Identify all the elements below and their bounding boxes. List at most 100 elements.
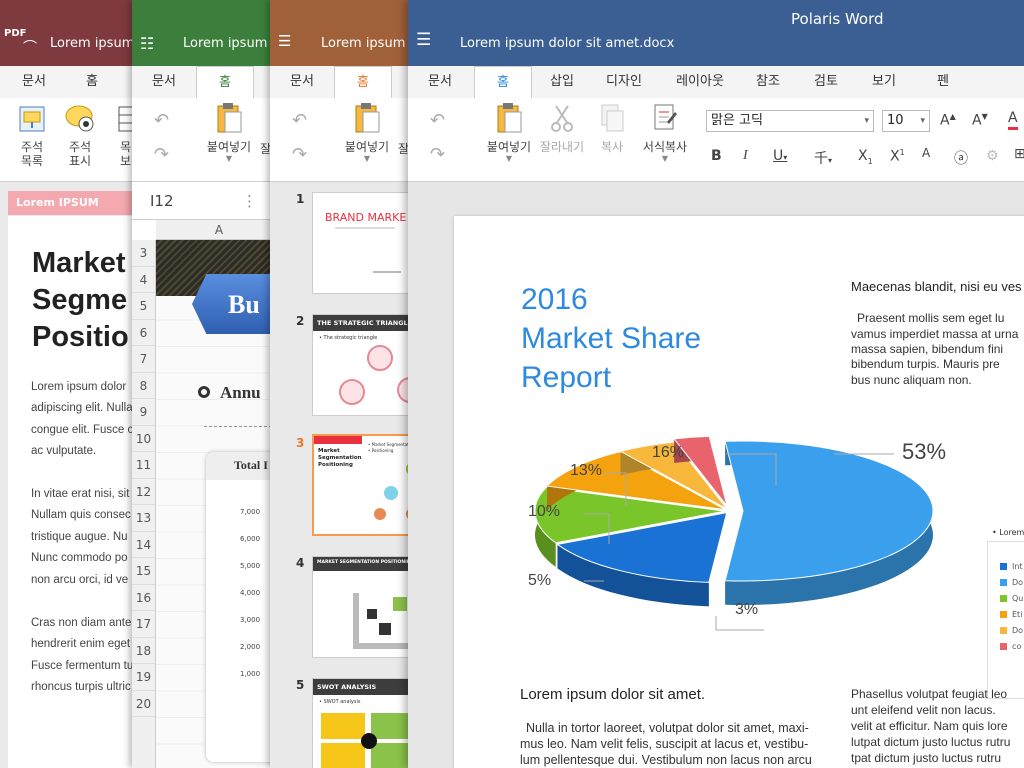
slides-window[interactable]: ☰ Lorem ipsum d 문서 홈 ↶ ↷ 붙여넣기 ▼ 잘 1 BRAN… xyxy=(270,0,420,768)
row-header[interactable]: 20 xyxy=(132,691,155,717)
phonetic-guide-icon[interactable]: A xyxy=(922,146,930,160)
document-page[interactable]: 2016 Market Share Report Maecenas blandi… xyxy=(454,216,1024,768)
row-header[interactable]: 18 xyxy=(132,638,155,664)
comment-view-button[interactable]: 주석 표시 xyxy=(60,104,100,168)
slides-menu-icon[interactable]: ☰ xyxy=(278,32,291,50)
slide-thumbnail-1[interactable]: BRAND MARKE xyxy=(312,192,420,294)
cell-reference[interactable]: I12 xyxy=(150,192,174,210)
tab-view[interactable]: 보기 xyxy=(864,66,904,98)
scissors-icon xyxy=(551,105,573,132)
sheet-ribbon: ↶ ↷ 붙여넣기 ▼ 잘 xyxy=(132,98,282,182)
sheet-menu-icon[interactable]: ☷ xyxy=(140,34,154,53)
paste-button[interactable]: 붙여넣기 ▼ xyxy=(342,102,392,163)
text-line: Phasellus volutpat feugiat leo xyxy=(851,687,1008,701)
redo-icon[interactable]: ↷ xyxy=(154,144,169,165)
legend-item: co xyxy=(1000,642,1021,651)
paste-button[interactable]: 붙여넣기 ▼ xyxy=(204,102,254,163)
row-header[interactable]: 7 xyxy=(132,346,155,373)
formula-bar[interactable]: I12 ⋮ xyxy=(132,182,282,220)
document-area[interactable]: 2016 Market Share Report Maecenas blandi… xyxy=(408,182,1024,768)
paste-dropdown-icon[interactable]: ▼ xyxy=(204,154,254,163)
redo-icon[interactable]: ↷ xyxy=(430,144,445,165)
effect-icon[interactable]: ⚙ xyxy=(986,148,999,164)
slides-title-bar[interactable]: ☰ Lorem ipsum d xyxy=(270,0,420,66)
slide-thumbnail-4[interactable]: MARKET SEGMENTATION POSITIONIN xyxy=(312,556,420,658)
italic-icon[interactable]: I xyxy=(743,148,748,164)
pdf-tab-home[interactable]: 홈 xyxy=(72,66,112,98)
comment-list-label: 주석 목록 xyxy=(20,140,44,168)
slide-title: MARKET SEGMENTATION POSITIONIN xyxy=(317,560,411,565)
format-painter-button[interactable]: 서식복사 ▼ xyxy=(636,102,694,163)
row-header[interactable]: 12 xyxy=(132,479,155,505)
slides-tab-home[interactable]: 홈 xyxy=(334,66,392,98)
column-header-a[interactable]: A xyxy=(156,220,282,240)
y-tick: 2,000 xyxy=(240,643,261,651)
row-header[interactable]: 13 xyxy=(132,505,155,532)
row-header[interactable]: 16 xyxy=(132,585,155,611)
row-header[interactable]: 4 xyxy=(132,267,155,293)
row-header[interactable]: 8 xyxy=(132,373,155,399)
row-header[interactable]: 15 xyxy=(132,558,155,585)
font-shrink-icon[interactable]: A▼ xyxy=(972,112,988,129)
tab-design[interactable]: 디자인 xyxy=(598,66,650,98)
row-header[interactable]: 6 xyxy=(132,320,155,346)
slide-thumbnail-5[interactable]: SWOT ANALYSIS • SWOT analysis xyxy=(312,678,420,768)
row-header[interactable]: 19 xyxy=(132,664,155,691)
sheet-tab-document[interactable]: 문서 xyxy=(144,66,184,98)
word-title-bar[interactable]: Polaris Word ☰ Lorem ipsum dolor sit ame… xyxy=(408,0,1024,66)
pdf-title-bar[interactable]: PDF ⌒ Lorem ipsum xyxy=(0,0,140,66)
font-size-select[interactable]: 10 ▾ xyxy=(882,110,930,132)
row-header[interactable]: 3 xyxy=(132,240,155,267)
font-family-select[interactable]: 맑은 고딕 ▾ xyxy=(706,110,874,132)
paste-dropdown-icon[interactable]: ▼ xyxy=(342,154,392,163)
font-color-icon[interactable]: A xyxy=(1008,110,1018,130)
row-header[interactable]: 11 xyxy=(132,452,155,479)
format-painter-dropdown-icon[interactable]: ▼ xyxy=(636,154,694,163)
menu-icon[interactable]: ☰ xyxy=(416,30,431,50)
more-icon[interactable]: ⋮ xyxy=(242,182,257,220)
row-header[interactable]: 14 xyxy=(132,532,155,558)
paste-button[interactable]: 붙여넣기 ▼ xyxy=(482,102,536,163)
slide-thumbnail-panel[interactable]: 1 BRAND MARKE 2 THE STRATEGIC TRIANGLE •… xyxy=(270,182,420,768)
paste-dropdown-icon[interactable]: ▼ xyxy=(482,154,536,163)
tab-review[interactable]: 검토 xyxy=(806,66,846,98)
font-grow-icon[interactable]: A▲ xyxy=(940,112,956,129)
tab-document[interactable]: 문서 xyxy=(418,66,462,98)
underline-icon[interactable]: U▾ xyxy=(773,148,787,164)
undo-icon[interactable]: ↶ xyxy=(430,110,445,131)
superscript-icon[interactable]: X1 xyxy=(890,148,905,165)
copy-button[interactable]: 복사 xyxy=(594,102,630,154)
legend-label: Do xyxy=(1012,626,1024,635)
row-header[interactable]: 10 xyxy=(132,426,155,452)
y-tick: 3,000 xyxy=(240,616,261,624)
slide-thumbnail-2[interactable]: THE STRATEGIC TRIANGLE • The strategic t… xyxy=(312,314,420,416)
cut-button[interactable]: 잘라내기 xyxy=(536,102,588,154)
more-format-icon[interactable]: ⊞ xyxy=(1014,146,1024,162)
row-header[interactable]: 17 xyxy=(132,611,155,638)
slides-tab-document[interactable]: 문서 xyxy=(282,66,322,98)
slide-bullet: • The strategic triangle xyxy=(319,335,378,341)
row-header[interactable]: 9 xyxy=(132,399,155,426)
strikethrough-icon[interactable]: 千▾ xyxy=(814,148,832,168)
tab-layout[interactable]: 레이아웃 xyxy=(668,66,732,98)
undo-icon[interactable]: ↶ xyxy=(154,110,169,131)
sheet-tab-home[interactable]: 홈 xyxy=(196,66,254,98)
enclosed-char-icon[interactable]: ⓐ xyxy=(954,148,968,168)
word-window[interactable]: Polaris Word ☰ Lorem ipsum dolor sit ame… xyxy=(408,0,1024,768)
tab-home[interactable]: 홈 xyxy=(474,66,532,98)
sheet-title-bar[interactable]: ☷ Lorem ipsum d xyxy=(132,0,282,66)
undo-icon[interactable]: ↶ xyxy=(292,110,307,131)
sheet-grid[interactable]: Bu Annu Total I 7,000 6,000 5,000 4,000 … xyxy=(156,240,282,768)
tab-insert[interactable]: 삽입 xyxy=(542,66,582,98)
subscript-icon[interactable]: X1 xyxy=(858,148,873,166)
tab-pen[interactable]: 펜 xyxy=(928,66,958,98)
tab-references[interactable]: 참조 xyxy=(748,66,788,98)
redo-icon[interactable]: ↷ xyxy=(292,144,307,165)
slide-thumbnail-3[interactable]: Market Segmentation Positioning • Market… xyxy=(312,434,420,536)
pdf-viewer-window[interactable]: PDF ⌒ Lorem ipsum 문서 홈 주석 목록 주석 표시 목 보 L… xyxy=(0,0,140,768)
row-header[interactable]: 5 xyxy=(132,293,155,320)
sheet-window[interactable]: ☷ Lorem ipsum d 문서 홈 ↶ ↷ 붙여넣기 ▼ 잘 I12 ⋮ … xyxy=(132,0,282,768)
comment-list-button[interactable]: 주석 목록 xyxy=(12,104,52,168)
pdf-tab-document[interactable]: 문서 xyxy=(16,66,52,98)
bold-icon[interactable]: B xyxy=(711,148,722,164)
